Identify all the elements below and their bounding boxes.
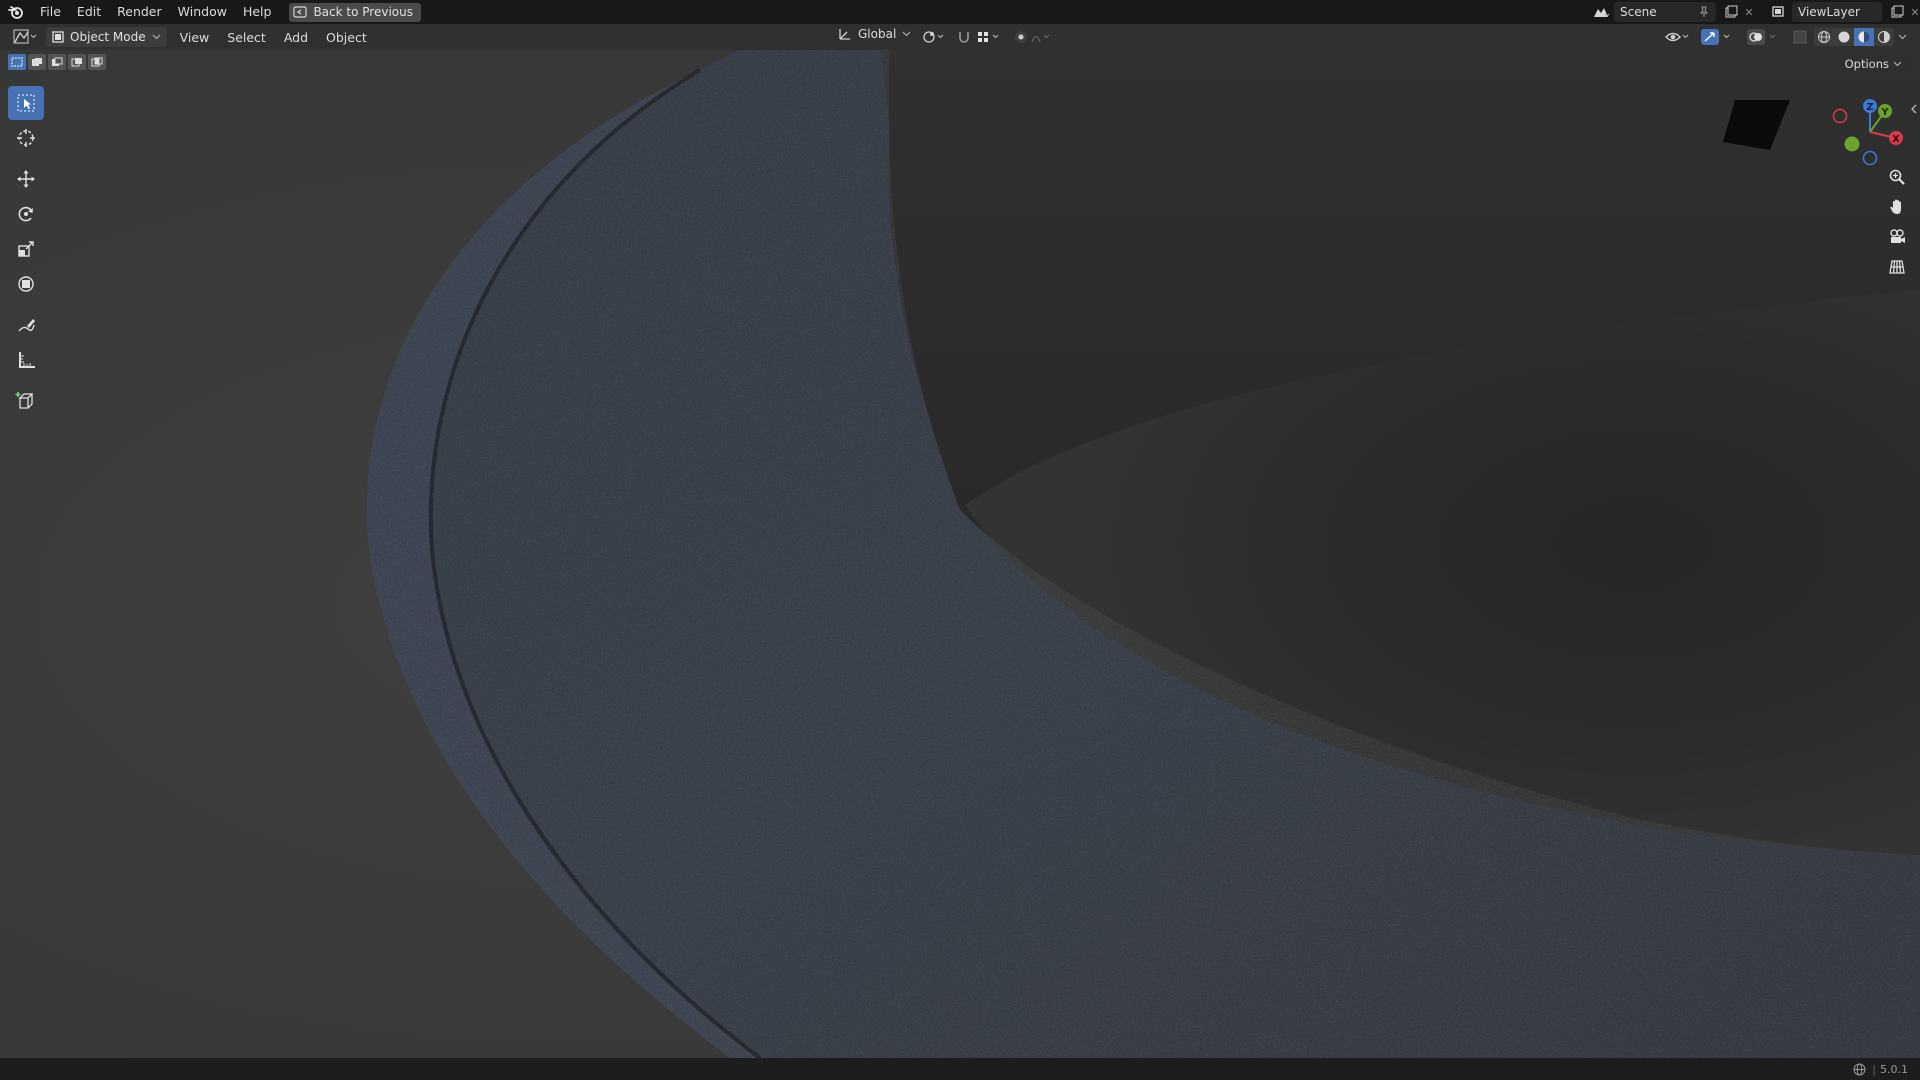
blender-logo-icon[interactable] [0,0,32,24]
menu-render[interactable]: Render [109,0,170,24]
navigation-gizmo[interactable]: Z Y X [1830,92,1910,172]
mode-selector[interactable]: Object Mode [46,27,167,47]
orientation-icon [838,27,852,41]
menu-add[interactable]: Add [275,30,317,45]
overlays-icon[interactable] [1746,28,1784,46]
orientation-label: Global [858,27,897,41]
back-icon [293,6,308,18]
hand-icon [1888,198,1906,216]
solid-shading-icon[interactable] [1834,28,1854,46]
menu-edit[interactable]: Edit [69,0,109,24]
cursor-tool[interactable] [8,121,44,155]
tool-shelf [8,86,46,419]
wireframe-shading-icon[interactable] [1814,28,1834,46]
select-subtract-icon[interactable] [48,54,66,70]
scene-selector[interactable]: Scene ✕ [1588,2,1756,22]
3d-viewport[interactable]: Options Z Y X [0,50,1920,1058]
new-viewlayer-icon[interactable] [1886,5,1908,19]
grid-icon [1888,258,1906,276]
proportional-edit-icon[interactable] [1012,29,1052,45]
shading-modes [1814,28,1894,46]
annotate-tool[interactable] [8,308,44,342]
options-label: Options [1844,56,1889,71]
shading-options-chevron-icon[interactable] [1898,34,1907,40]
add-cube-tool[interactable] [8,384,44,418]
menu-help[interactable]: Help [235,0,280,24]
version-label: 5.0.1 [1880,1062,1908,1076]
select-invert-icon[interactable] [68,54,86,70]
camera-icon [1888,228,1906,246]
annotate-icon [16,315,36,335]
snap-target-icon[interactable] [976,29,1002,45]
pin-icon[interactable] [1698,6,1710,18]
camera-view-button[interactable] [1884,224,1910,250]
object-mode-icon [52,31,64,43]
viewport-render [0,50,1920,1058]
pan-button[interactable] [1884,194,1910,220]
menu-select[interactable]: Select [218,30,275,45]
rotate-tool[interactable] [8,197,44,231]
chevron-down-icon [152,34,161,40]
move-tool[interactable] [8,162,44,196]
editor-type-icon[interactable] [12,28,38,46]
delete-viewlayer-icon[interactable]: ✕ [1908,6,1920,19]
menu-file[interactable]: File [32,0,69,24]
transform-tool[interactable] [8,267,44,301]
sidebar-toggle-icon[interactable] [1910,104,1918,114]
measure-icon [16,350,36,370]
add-cube-icon [15,390,37,412]
back-to-previous-label: Back to Previous [313,5,413,19]
z-axis-label: Z [1866,102,1873,113]
viewlayer-name[interactable]: ViewLayer [1798,5,1860,19]
select-extend-icon[interactable] [28,54,46,70]
visibility-icon[interactable] [1664,29,1692,45]
chevron-down-icon [1893,61,1902,67]
select-box-tool[interactable] [8,86,44,120]
select-box-icon [16,93,36,113]
measure-tool[interactable] [8,343,44,377]
selection-modes [8,54,106,70]
top-bar: File Edit Render Window Help Back to Pre… [0,0,1920,24]
chevron-down-icon [902,31,911,37]
negative-z-axis-dot[interactable] [1862,150,1878,166]
viewlayer-selector[interactable]: ViewLayer ✕ [1766,2,1920,22]
status-bar: | 5.0.1 [0,1058,1920,1080]
rendered-shading-icon[interactable] [1874,28,1894,46]
select-new-icon[interactable] [8,54,26,70]
scale-tool[interactable] [8,232,44,266]
select-intersect-icon[interactable] [88,54,106,70]
new-scene-icon[interactable] [1720,5,1742,19]
material-shading-icon[interactable] [1854,28,1874,46]
negative-y-axis-dot[interactable] [1844,136,1860,152]
negative-x-axis-dot[interactable] [1832,108,1848,124]
rotate-icon [16,204,36,224]
scale-icon [16,239,36,259]
xray-icon[interactable] [1792,29,1808,45]
globe-icon [1853,1063,1866,1076]
x-axis-label: X [1892,134,1900,145]
menu-view[interactable]: View [171,30,219,45]
move-icon [16,169,36,189]
menu-object[interactable]: Object [317,30,376,45]
scene-icon [1588,5,1614,19]
viewport-header: Object Mode View Select Add Object Globa… [0,24,1920,50]
cursor-icon [16,128,36,148]
pivot-point-icon[interactable] [922,29,946,45]
mode-label: Object Mode [70,30,146,44]
options-dropdown[interactable]: Options [1836,54,1910,73]
menu-window[interactable]: Window [170,0,235,24]
zoom-button[interactable] [1884,164,1910,190]
delete-scene-icon[interactable]: ✕ [1742,6,1756,19]
back-to-previous-button[interactable]: Back to Previous [289,2,421,22]
status-separator: | [1872,1062,1876,1076]
zoom-icon [1888,168,1906,186]
transform-orientation[interactable]: Global [838,27,911,41]
scene-name[interactable]: Scene [1620,5,1692,19]
gizmo-toggle-icon[interactable] [1700,28,1738,46]
y-axis-label: Y [1880,107,1889,118]
transform-icon [16,274,36,294]
perspective-toggle-button[interactable] [1884,254,1910,280]
viewlayer-icon [1766,5,1792,19]
snap-toggle-icon[interactable] [956,29,972,45]
